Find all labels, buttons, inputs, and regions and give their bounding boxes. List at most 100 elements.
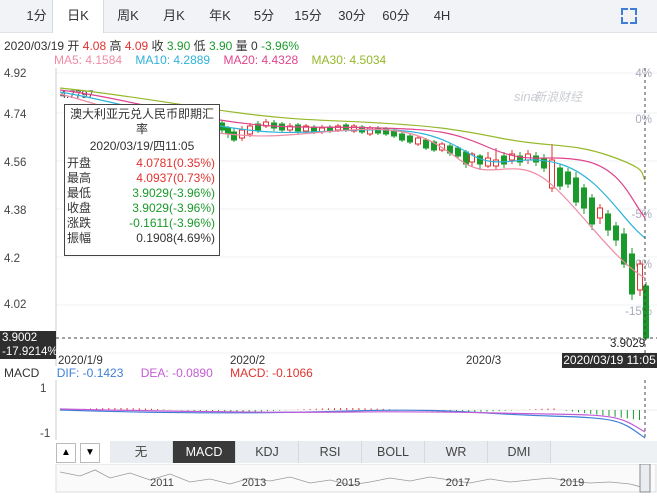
ma30-label: MA30: 4.5034 [311, 53, 387, 67]
candle-body [573, 177, 579, 203]
tab-weekly[interactable]: 周K [106, 0, 150, 32]
tab-daily[interactable]: 日K [52, 0, 104, 33]
candle-body [533, 155, 539, 163]
timeline-year: 2019 [560, 477, 584, 489]
candle-body [455, 147, 461, 157]
candle-body [629, 253, 635, 295]
macd-axis-tick: 1 [40, 383, 46, 395]
tooltip-value: 3.9029(-3.96%) [132, 186, 215, 200]
navigator-handle[interactable] [639, 464, 651, 493]
tooltip-key: 振幅 [67, 231, 92, 245]
low-label: 低 [193, 39, 206, 53]
scroll-up-arrow[interactable]: ▲ [56, 443, 76, 463]
candle-body [231, 131, 237, 141]
quote-date: 2020/03/19 [4, 39, 65, 53]
candle-body [485, 157, 491, 167]
pct-tick: 0% [635, 114, 652, 126]
scroll-down-arrow[interactable]: ▼ [80, 443, 100, 463]
last-price-label: 3.9029 [610, 338, 645, 350]
cursor-date-badge: 2020/03/19 11:05 [562, 353, 657, 368]
tab-monthly[interactable]: 月K [152, 0, 196, 32]
indicator-boll[interactable]: BOLL [362, 441, 425, 463]
x-axis-date: 2020/3 [466, 355, 501, 366]
timeline-year: 2015 [336, 477, 360, 489]
tab-15min[interactable]: 15分 [286, 0, 330, 32]
period-tab-bar: 1分 日K 周K 月K 年K 5分 15分 30分 60分 4H [0, 0, 657, 33]
tooltip-value: 4.0937(0.73%) [136, 171, 215, 185]
candle-body [423, 139, 429, 149]
dea-label: DEA: -0.0890 [140, 366, 213, 380]
price-tick: 4.92 [4, 68, 26, 80]
tooltip-row-amplitude: 振幅 0.1908(4.69%) [67, 231, 217, 246]
candle-body [415, 137, 421, 145]
cursor-price-badge: 3.9002 [0, 331, 56, 345]
indicator-macd[interactable]: MACD [173, 441, 236, 463]
open-value: 4.08 [82, 39, 107, 53]
candle-body [493, 159, 499, 167]
candle-body [295, 124, 301, 132]
candle-body [581, 187, 587, 209]
indicator-dmi[interactable]: DMI [488, 441, 551, 463]
price-tick: 4.2 [4, 253, 20, 265]
price-tick: 4.38 [4, 205, 26, 217]
pct-tick: -5% [632, 209, 652, 221]
x-axis-date: 2020/2 [230, 355, 265, 366]
tooltip-row-open: 开盘 4.0781(0.35%) [67, 156, 217, 171]
tooltip-row-close: 收盘 3.9029(-3.96%) [67, 201, 217, 216]
candle-body [637, 263, 643, 291]
candle-body [613, 225, 619, 241]
tooltip-datetime: 2020/03/19/四11:05 [89, 139, 195, 153]
candle-body [239, 129, 245, 139]
candle-body [501, 155, 507, 165]
tab-30min[interactable]: 30分 [330, 0, 374, 32]
candle-body [557, 167, 563, 187]
candle-body [225, 127, 231, 135]
tooltip-row-high: 最高 4.0937(0.73%) [67, 171, 217, 186]
volume-value: 0 [251, 39, 258, 53]
watermark-text: 新浪财经 [534, 90, 584, 104]
tooltip-value: 4.0781(0.35%) [136, 156, 215, 170]
indicator-rsi[interactable]: RSI [299, 441, 362, 463]
indicator-none[interactable]: 无 [110, 441, 173, 463]
ma-legend: MA5: 4.1584 MA10: 4.2889 MA20: 4.4328 MA… [54, 53, 396, 67]
high-value: 4.09 [124, 39, 149, 53]
tab-5min[interactable]: 5分 [242, 0, 286, 32]
price-tick: 4.74 [4, 109, 27, 121]
tab-4h[interactable]: 4H [420, 0, 464, 32]
macd-title: MACD [4, 366, 40, 380]
tab-yearly[interactable]: 年K [198, 0, 242, 32]
sina-logo-icon: sina [514, 89, 538, 104]
indicator-kdj[interactable]: KDJ [236, 441, 299, 463]
tooltip-key: 开盘 [67, 156, 92, 170]
timeline-navigator[interactable]: 2011 2013 2015 2017 2019 [0, 464, 657, 504]
candle-body [597, 207, 603, 219]
candle-body [525, 153, 531, 161]
price-tick: 4.02 [4, 299, 26, 311]
tooltip-title: 澳大利亚元兑人民币即期汇率 [69, 107, 214, 136]
candle-body [643, 285, 649, 339]
macd-value-label: MACD: -0.1066 [230, 366, 313, 380]
fullscreen-icon[interactable] [621, 8, 637, 24]
tab-60min[interactable]: 60分 [374, 0, 418, 32]
volume-label: 量 [235, 39, 248, 53]
timeline-year: 2017 [446, 477, 470, 489]
dif-label: DIF: -0.1423 [56, 366, 124, 380]
indicator-wr[interactable]: WR [425, 441, 488, 463]
tooltip-value: 0.1908(4.69%) [136, 231, 215, 245]
tooltip-row-low: 最低 3.9029(-3.96%) [67, 186, 217, 201]
macd-chart[interactable]: 1 -1 [0, 380, 657, 440]
x-axis-date: 2020/1/9 [58, 355, 103, 366]
candle-body [335, 125, 341, 131]
high-label: 高 [109, 39, 122, 53]
indicator-bar-filler [551, 441, 657, 463]
tooltip-row-change: 涨跌 -0.1611(-3.96%) [67, 216, 217, 231]
candle-body [375, 127, 381, 134]
open-label: 开 [67, 39, 80, 53]
close-value: 3.90 [166, 39, 191, 53]
tooltip-value: -0.1611(-3.96%) [129, 216, 215, 230]
candle-body [565, 171, 571, 185]
change-value: -3.96% [261, 39, 300, 53]
tooltip-key: 最高 [67, 171, 92, 185]
timeline-year: 2011 [150, 477, 174, 489]
ma5-label: MA5: 4.1584 [54, 53, 123, 67]
